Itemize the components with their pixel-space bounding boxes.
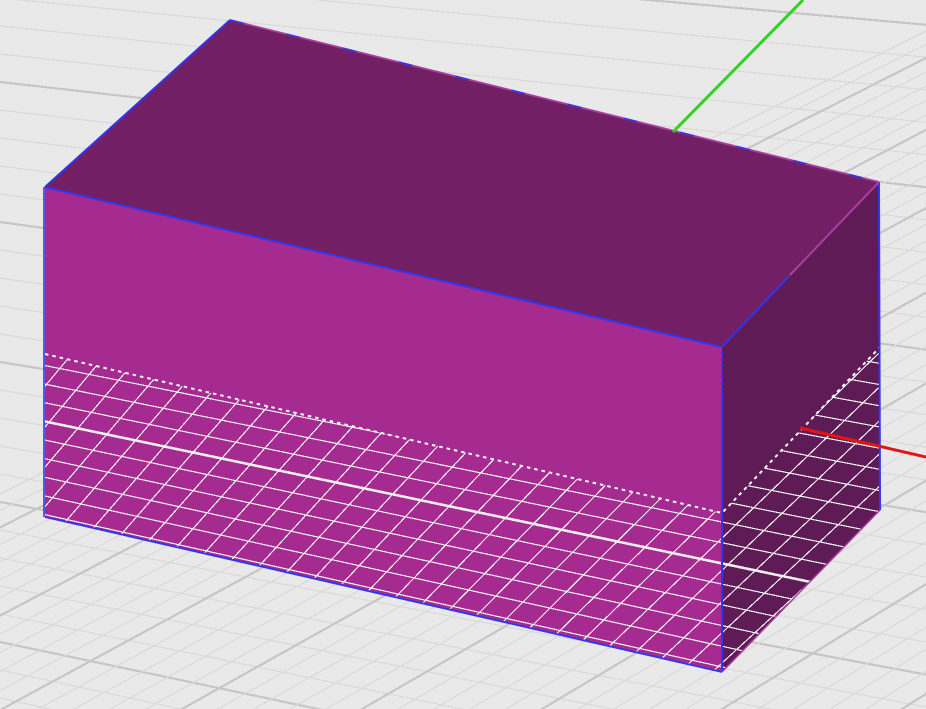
- scene-canvas[interactable]: [0, 0, 926, 709]
- edge-back-right-vertical: [878, 181, 881, 511]
- cad-3d-viewport[interactable]: [0, 0, 926, 709]
